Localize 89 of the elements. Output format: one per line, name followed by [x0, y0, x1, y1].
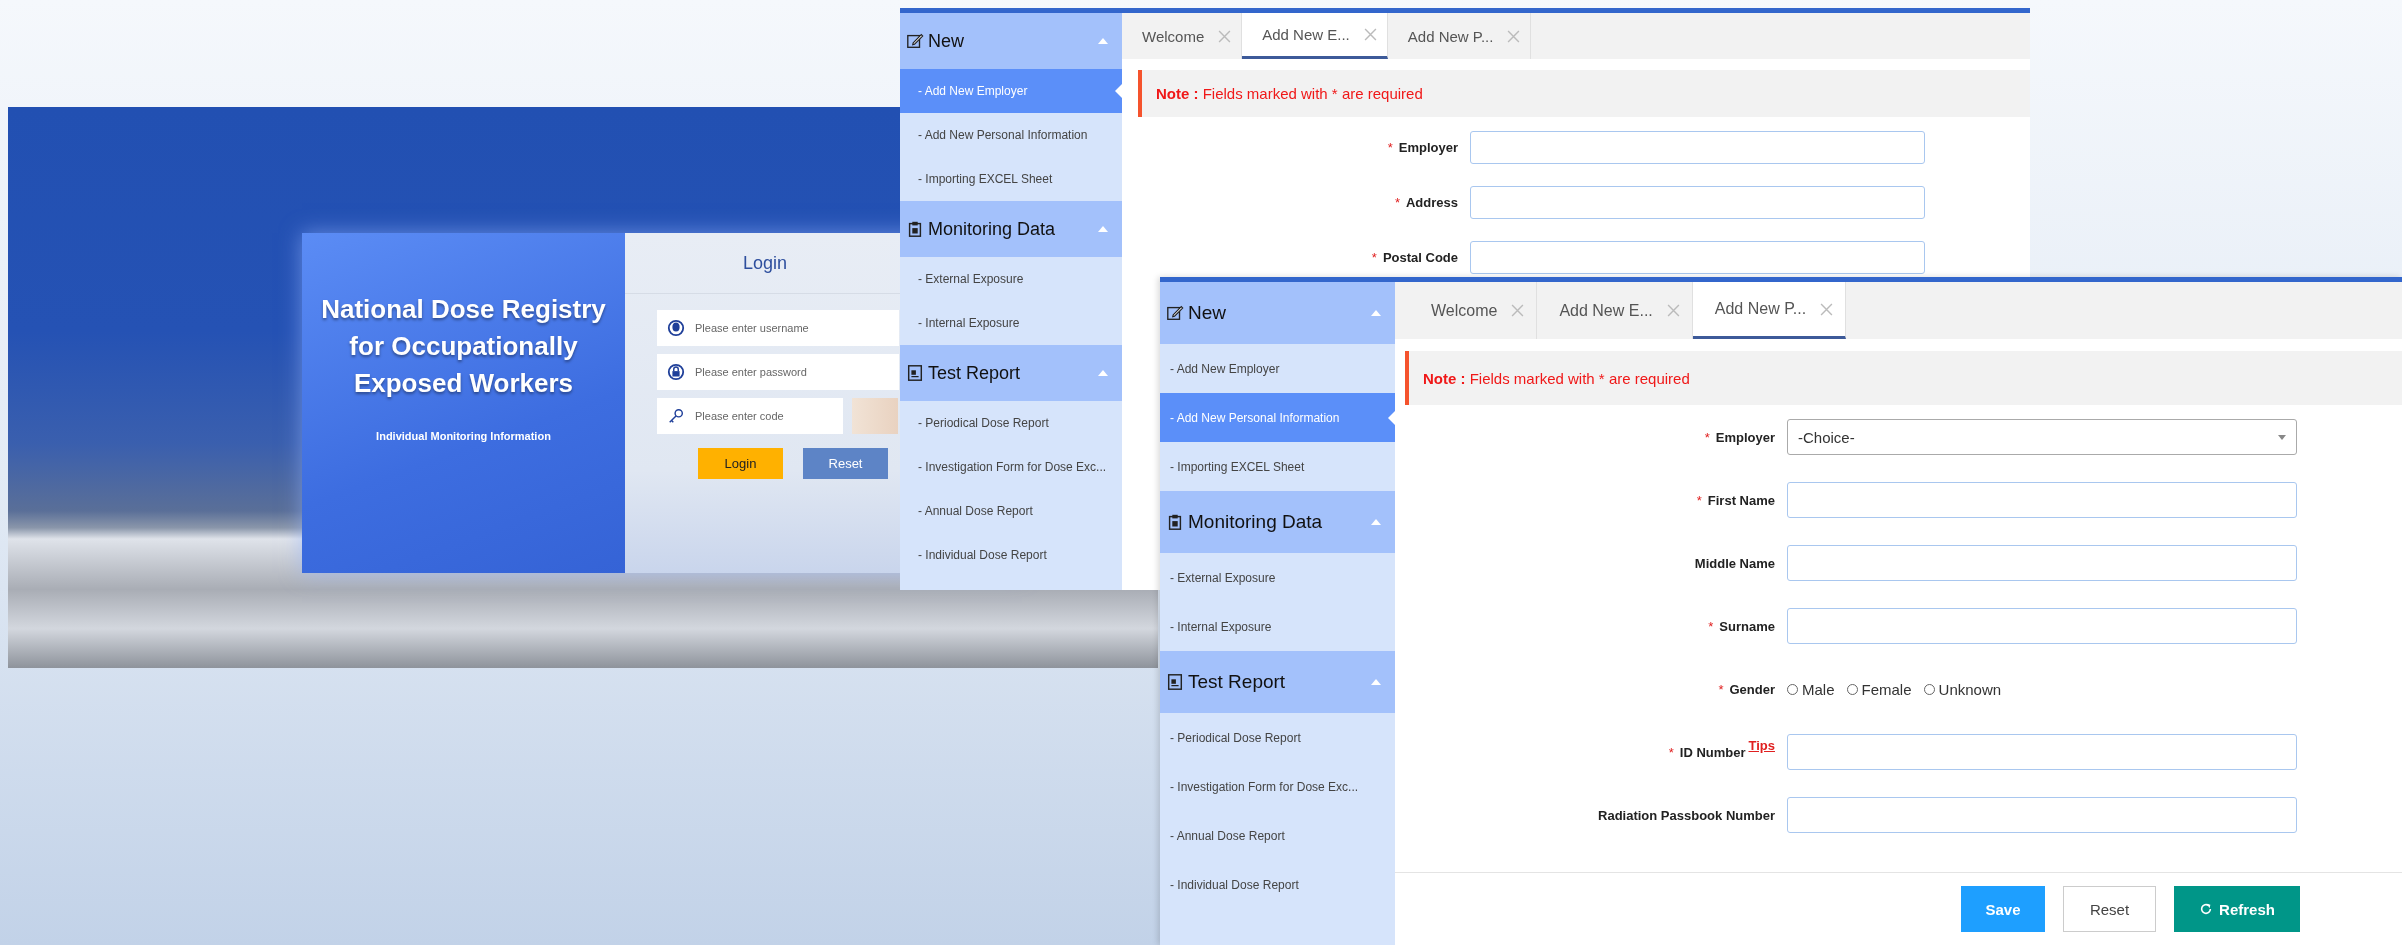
- refresh-button[interactable]: Refresh: [2174, 886, 2300, 932]
- radio-label[interactable]: Male: [1802, 680, 1835, 698]
- clipboard-icon: [1166, 513, 1184, 531]
- reset-button[interactable]: Reset: [803, 448, 888, 479]
- caret-icon: [1098, 38, 1108, 44]
- edit-icon: [1166, 304, 1184, 322]
- input-field[interactable]: [1787, 734, 2297, 770]
- input-field[interactable]: [1787, 482, 2297, 518]
- sidebar-group-header[interactable]: Test Report: [900, 345, 1122, 401]
- sidebar-item[interactable]: - Importing EXCEL Sheet: [900, 157, 1122, 201]
- field-label: Address: [1405, 195, 1458, 210]
- sidebar-item[interactable]: - Annual Dose Report: [900, 489, 1122, 533]
- sidebar-item[interactable]: - External Exposure: [1160, 553, 1395, 602]
- field-label: Radiation Passbook Number: [1598, 807, 1775, 823]
- radio-label[interactable]: Unknown: [1938, 680, 2002, 698]
- close-icon[interactable]: [1666, 304, 1680, 317]
- document-icon: [1166, 673, 1184, 691]
- required-asterisk: *: [1696, 492, 1702, 508]
- sidebar-group-header[interactable]: Monitoring Data: [1160, 491, 1395, 553]
- close-icon[interactable]: [1363, 28, 1377, 41]
- input-field[interactable]: [1787, 797, 2297, 833]
- tab[interactable]: Add New E...: [1242, 13, 1388, 59]
- field-label: First Name: [1707, 492, 1775, 508]
- sidebar-item[interactable]: - Individual Dose Report: [900, 533, 1122, 577]
- close-icon[interactable]: [1218, 29, 1232, 43]
- required-asterisk: *: [1718, 681, 1724, 697]
- note-text: Note : Fields marked with * are required: [1156, 85, 1423, 102]
- app-subtitle: Individual Monitoring Information: [376, 430, 551, 442]
- reset-button[interactable]: Reset: [2063, 886, 2156, 932]
- field-label: Middle Name: [1694, 555, 1775, 571]
- field-label: Gender: [1729, 681, 1775, 697]
- sidebar-item[interactable]: - Add New Employer: [1160, 344, 1395, 393]
- dropdown-caret-icon: [2278, 434, 2286, 440]
- tab[interactable]: Add New P...: [1692, 282, 1847, 339]
- login-field[interactable]: Please enter username: [657, 310, 899, 346]
- required-asterisk: *: [1708, 618, 1714, 634]
- input-field[interactable]: [1470, 241, 1925, 274]
- input-field[interactable]: [1470, 186, 1925, 219]
- login-field[interactable]: Please enter password: [657, 354, 899, 390]
- sidebar-group-header[interactable]: Monitoring Data: [900, 201, 1122, 257]
- sidebar-item[interactable]: - Periodical Dose Report: [900, 401, 1122, 445]
- sidebar-item[interactable]: - Internal Exposure: [900, 301, 1122, 345]
- login-field[interactable]: Please enter code: [657, 398, 843, 434]
- tab[interactable]: Welcome: [1409, 282, 1538, 339]
- note-text: Note : Fields marked with * are required: [1423, 369, 1690, 387]
- required-asterisk: *: [1387, 140, 1393, 155]
- close-icon[interactable]: [1507, 29, 1521, 43]
- radio-label[interactable]: Female: [1861, 680, 1912, 698]
- caret-icon: [1098, 370, 1108, 376]
- field-label: Surname: [1719, 618, 1775, 634]
- input-field[interactable]: [1470, 131, 1925, 164]
- input-field[interactable]: [1787, 545, 2297, 581]
- sidebar-item[interactable]: - Annual Dose Report: [1160, 811, 1395, 860]
- login-button[interactable]: Login: [698, 448, 783, 479]
- sidebar-item[interactable]: - Investigation Form for Dose Exc...: [900, 445, 1122, 489]
- sidebar-item[interactable]: - Add New Personal Information: [900, 113, 1122, 157]
- sidebar-item[interactable]: - Importing EXCEL Sheet: [1160, 442, 1395, 491]
- tips-link[interactable]: Tips: [1748, 737, 1775, 753]
- document-icon: [906, 364, 924, 382]
- refresh-icon: [2199, 902, 2214, 916]
- app-title: National Dose Registry for Occupationally Exposed Workers: [320, 293, 607, 400]
- field-label: Postal Code: [1382, 250, 1458, 265]
- sidebar-group-header[interactable]: New: [900, 13, 1122, 69]
- input-field[interactable]: [1787, 608, 2297, 644]
- tab[interactable]: Add New P...: [1387, 13, 1532, 59]
- sidebar-group-header[interactable]: New: [1160, 282, 1395, 344]
- required-asterisk: *: [1371, 250, 1377, 265]
- close-icon[interactable]: [1511, 304, 1525, 317]
- sidebar-group-header[interactable]: Test Report: [1160, 651, 1395, 713]
- required-asterisk: *: [1394, 195, 1400, 210]
- sidebar-item[interactable]: - Periodical Dose Report: [1160, 713, 1395, 762]
- tab[interactable]: Add New E...: [1537, 282, 1693, 339]
- sidebar-item[interactable]: - Individual Dose Report: [1160, 860, 1395, 909]
- edit-icon: [906, 32, 924, 50]
- required-asterisk: *: [1668, 744, 1674, 760]
- required-asterisk: *: [1704, 429, 1710, 445]
- field-label: ID Number: [1679, 744, 1746, 760]
- close-icon[interactable]: [1820, 302, 1834, 316]
- caret-icon: [1098, 226, 1108, 232]
- select-field[interactable]: -Choice-: [1787, 419, 2297, 455]
- caret-icon: [1371, 310, 1381, 316]
- sidebar-item[interactable]: - Investigation Form for Dose Exc...: [1160, 762, 1395, 811]
- captcha-image: [852, 398, 898, 434]
- clipboard-icon: [906, 220, 924, 238]
- caret-icon: [1371, 679, 1381, 685]
- field-label: Employer: [1398, 140, 1458, 155]
- caret-icon: [1371, 519, 1381, 525]
- field-label: Employer: [1715, 429, 1775, 445]
- sidebar-item[interactable]: - Internal Exposure: [1160, 602, 1395, 651]
